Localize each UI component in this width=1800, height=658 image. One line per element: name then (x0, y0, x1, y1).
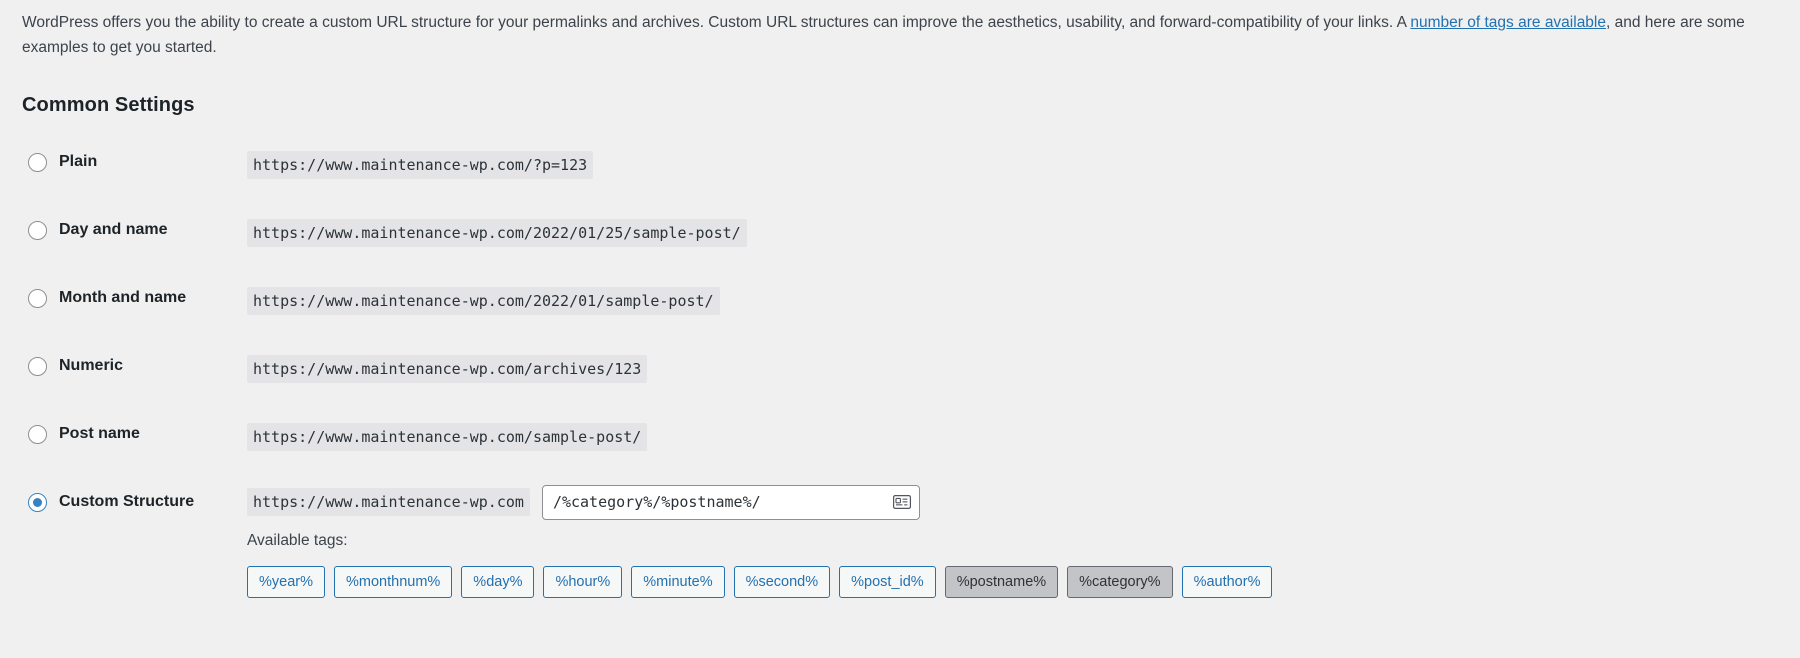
custom-structure-input[interactable] (541, 484, 920, 520)
radio-label-post-name: Post name (59, 425, 140, 443)
custom-structure-input-wrap (541, 484, 920, 520)
permalink-option-label-cell-month-and-name: Month and name (22, 267, 247, 335)
tag-button-year[interactable]: %year% (247, 566, 325, 599)
intro-text-before-link: WordPress offers you the ability to crea… (22, 14, 1411, 31)
available-tags-label: Available tags: (247, 532, 348, 550)
permalink-option-label-cell-custom-structure: Custom Structure (22, 471, 247, 618)
radio-line-month-and-name[interactable]: Month and name (28, 287, 247, 309)
tag-button-day[interactable]: %day% (461, 566, 535, 599)
permalink-option-example-cell-custom-structure: https://www.maintenance-wp.com /%categor… (247, 471, 1778, 618)
radio-line-plain[interactable]: Plain (28, 151, 247, 173)
permalink-example-day-and-name: https://www.maintenance-wp.com/2022/01/2… (247, 219, 747, 248)
permalink-example-post-name: https://www.maintenance-wp.com/sample-po… (247, 423, 648, 452)
radio-label-plain: Plain (59, 153, 98, 171)
tag-button-category[interactable]: %category% (1067, 566, 1173, 599)
tag-button-hour[interactable]: %hour% (543, 566, 623, 599)
intro-paragraph: WordPress offers you the ability to crea… (22, 10, 1778, 60)
permalink-option-label-cell-plain: Plain (22, 131, 247, 199)
tag-button-monthnum[interactable]: %monthnum% (334, 566, 453, 599)
tag-button-post-id[interactable]: %post_id% (839, 566, 936, 599)
permalink-settings-page: WordPress offers you the ability to crea… (0, 10, 1800, 618)
radio-custom-structure[interactable] (28, 492, 47, 512)
permalink-option-example-cell-day-and-name: https://www.maintenance-wp.com/2022/01/2… (247, 199, 1778, 267)
radio-label-custom-structure: Custom Structure (59, 493, 195, 511)
radio-month-and-name[interactable] (28, 288, 47, 308)
permalink-example-month-and-name: https://www.maintenance-wp.com/2022/01/s… (247, 287, 720, 316)
permalink-option-example-cell-numeric: https://www.maintenance-wp.com/archives/… (247, 335, 1778, 403)
radio-day-and-name[interactable] (28, 220, 47, 240)
tag-button-minute[interactable]: %minute% (631, 566, 725, 599)
radio-label-day-and-name: Day and name (59, 221, 168, 239)
radio-line-custom-structure[interactable]: Custom Structure (28, 491, 247, 513)
radio-label-month-and-name: Month and name (59, 289, 187, 307)
permalink-option-example-cell-month-and-name: https://www.maintenance-wp.com/2022/01/s… (247, 267, 1778, 335)
permalink-example-plain: https://www.maintenance-wp.com/?p=123 (247, 151, 594, 180)
radio-line-post-name[interactable]: Post name (28, 423, 247, 445)
permalink-example-numeric: https://www.maintenance-wp.com/archives/… (247, 355, 648, 384)
permalink-option-row-day-and-name: Day and name https://www.maintenance-wp.… (22, 199, 1778, 267)
permalink-option-row-plain: Plain https://www.maintenance-wp.com/?p=… (22, 131, 1778, 199)
permalink-option-row-numeric: Numeric https://www.maintenance-wp.com/a… (22, 335, 1778, 403)
permalink-option-label-cell-numeric: Numeric (22, 335, 247, 403)
permalink-option-example-cell-post-name: https://www.maintenance-wp.com/sample-po… (247, 403, 1778, 471)
permalink-options-body: Plain https://www.maintenance-wp.com/?p=… (22, 131, 1778, 618)
permalink-option-row-custom-structure: Custom Structure https://www.maintenance… (22, 471, 1778, 618)
radio-plain[interactable] (28, 152, 47, 172)
radio-post-name[interactable] (28, 424, 47, 444)
custom-structure-row: https://www.maintenance-wp.com (247, 484, 1778, 520)
permalink-option-row-post-name: Post name https://www.maintenance-wp.com… (22, 403, 1778, 471)
permalink-option-row-month-and-name: Month and name https://www.maintenance-w… (22, 267, 1778, 335)
radio-line-numeric[interactable]: Numeric (28, 355, 247, 377)
radio-label-numeric: Numeric (59, 357, 124, 375)
available-tags-link[interactable]: number of tags are available (1410, 14, 1606, 31)
available-tags-list: %year% %monthnum% %day% %hour% %minute% … (247, 566, 1778, 599)
permalink-option-label-cell-post-name: Post name (22, 403, 247, 471)
tag-button-postname[interactable]: %postname% (944, 566, 1059, 599)
permalink-option-example-cell-plain: https://www.maintenance-wp.com/?p=123 (247, 131, 1778, 199)
common-settings-heading: Common Settings (22, 94, 195, 117)
radio-numeric[interactable] (28, 356, 47, 376)
permalink-option-label-cell-day-and-name: Day and name (22, 199, 247, 267)
tag-button-second[interactable]: %second% (733, 566, 831, 599)
radio-line-day-and-name[interactable]: Day and name (28, 219, 247, 241)
permalink-options-table: Plain https://www.maintenance-wp.com/?p=… (22, 131, 1778, 618)
tag-button-author[interactable]: %author% (1181, 566, 1273, 599)
custom-structure-base-url: https://www.maintenance-wp.com (247, 488, 530, 517)
